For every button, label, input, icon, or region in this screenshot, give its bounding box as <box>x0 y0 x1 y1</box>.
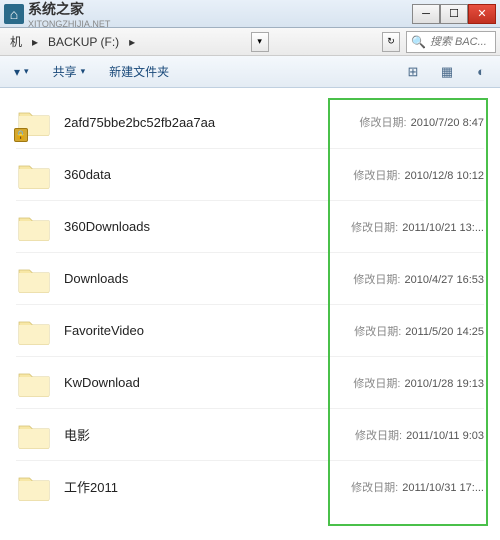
date-label: 修改日期: <box>360 114 407 130</box>
date-value: 2011/10/31 17:... <box>402 482 484 494</box>
new-folder-button[interactable]: 新建文件夹 <box>103 59 175 84</box>
date-label: 修改日期: <box>351 479 398 495</box>
file-row[interactable]: 🔒 2afd75bbe2bc52fb2aa7aa修改日期: 2010/7/20 8:… <box>16 96 484 148</box>
file-date-area: 修改日期: 2011/10/21 13:... <box>351 219 484 235</box>
file-date-area: 修改日期: 2011/10/11 9:03 <box>355 427 484 443</box>
search-icon: 🔍 <box>411 35 426 49</box>
file-date-area: 修改日期: 2010/4/27 16:53 <box>353 271 484 287</box>
file-row[interactable]: 工作2011修改日期: 2011/10/31 17:... <box>16 460 484 512</box>
file-row[interactable]: 360data修改日期: 2010/12/8 10:12 <box>16 148 484 200</box>
folder-icon <box>16 209 52 245</box>
file-date-area: 修改日期: 2010/1/28 19:13 <box>353 375 484 391</box>
date-label: 修改日期: <box>353 375 400 391</box>
file-row[interactable]: 电影修改日期: 2011/10/11 9:03 <box>16 408 484 460</box>
folder-icon <box>16 469 52 505</box>
minimize-button[interactable]: ─ <box>412 4 440 24</box>
date-label: 修改日期: <box>351 219 398 235</box>
address-bar: 机 ▸ BACKUP (F:) ▸ ▾ ↻ 🔍 <box>0 28 500 56</box>
file-date-area: 修改日期: 2011/5/20 14:25 <box>354 323 484 339</box>
file-list: 🔒2afd75bbe2bc52fb2aa7aa修改日期:2010/7/20 8:… <box>0 88 500 520</box>
date-label: 修改日期: <box>353 271 400 287</box>
date-label: 修改日期: <box>353 167 400 183</box>
file-date-area: 修改日期: 2010/12/8 10:12 <box>353 167 484 183</box>
toolbar: ▾ 共享 新建文件夹 ⊞ ▦ ◐ <box>0 56 500 88</box>
window-titlebar: ⌂ 系统之家 XITONGZHIJIA.NET ─ ☐ ✕ <box>0 0 500 28</box>
logo-area: ⌂ 系统之家 XITONGZHIJIA.NET <box>4 0 110 29</box>
file-name: KwDownload <box>64 375 353 390</box>
file-row[interactable]: FavoriteVideo修改日期: 2011/5/20 14:25 <box>16 304 484 356</box>
search-input[interactable] <box>430 36 491 48</box>
view-details-icon[interactable]: ▦ <box>436 61 458 83</box>
chevron-right-icon[interactable]: ▸ <box>30 35 40 49</box>
address-dropdown[interactable]: ▾ <box>251 32 269 52</box>
file-name: FavoriteVideo <box>64 323 354 338</box>
date-value: 2011/10/11 9:03 <box>406 430 484 442</box>
chevron-right-icon[interactable]: ▸ <box>127 35 137 49</box>
file-name: 工作2011 <box>64 477 351 496</box>
date-value: 2010/4/27 16:53 <box>404 274 484 286</box>
date-label: 修改日期: <box>355 427 402 443</box>
window-controls: ─ ☐ ✕ <box>412 4 496 24</box>
home-icon: ⌂ <box>4 4 24 24</box>
view-tiles-icon[interactable]: ⊞ <box>402 61 424 83</box>
refresh-button[interactable]: ↻ <box>382 32 400 52</box>
file-row[interactable]: 360Downloads修改日期: 2011/10/21 13:... <box>16 200 484 252</box>
breadcrumb-segment[interactable]: 机 <box>4 31 28 52</box>
date-value: 2010/1/28 19:13 <box>404 378 484 390</box>
date-value: 2011/5/20 14:25 <box>405 326 484 338</box>
share-menu[interactable]: 共享 <box>47 59 92 84</box>
file-row[interactable]: Downloads修改日期: 2010/4/27 16:53 <box>16 252 484 304</box>
file-name: 2afd75bbe2bc52fb2aa7aa <box>64 115 360 130</box>
file-name: 电影 <box>64 425 355 444</box>
folder-icon <box>16 261 52 297</box>
file-name: Downloads <box>64 271 353 286</box>
organize-menu[interactable]: ▾ <box>8 61 35 83</box>
folder-icon <box>16 157 52 193</box>
date-value: 2010/12/8 10:12 <box>404 170 484 182</box>
search-box[interactable]: 🔍 <box>406 31 496 53</box>
breadcrumb-segment[interactable]: BACKUP (F:) <box>42 33 125 51</box>
date-label: 修改日期: <box>354 323 401 339</box>
folder-icon <box>16 313 52 349</box>
date-value: 2010/7/20 8:47 <box>411 117 484 129</box>
folder-icon: 🔒 <box>16 104 52 140</box>
logo-text: 系统之家 <box>28 0 110 19</box>
file-name: 360Downloads <box>64 219 351 234</box>
help-icon[interactable]: ◐ <box>470 61 492 83</box>
maximize-button[interactable]: ☐ <box>440 4 468 24</box>
file-date-area: 修改日期: 2011/10/31 17:... <box>351 479 484 495</box>
lock-icon: 🔒 <box>14 128 28 142</box>
file-name: 360data <box>64 167 353 182</box>
date-value: 2011/10/21 13:... <box>402 222 484 234</box>
folder-icon <box>16 365 52 401</box>
logo-subtitle: XITONGZHIJIA.NET <box>28 19 110 29</box>
file-date-area: 修改日期: 2010/7/20 8:47 <box>360 114 484 130</box>
close-button[interactable]: ✕ <box>468 4 496 24</box>
folder-icon <box>16 417 52 453</box>
file-row[interactable]: KwDownload修改日期: 2010/1/28 19:13 <box>16 356 484 408</box>
